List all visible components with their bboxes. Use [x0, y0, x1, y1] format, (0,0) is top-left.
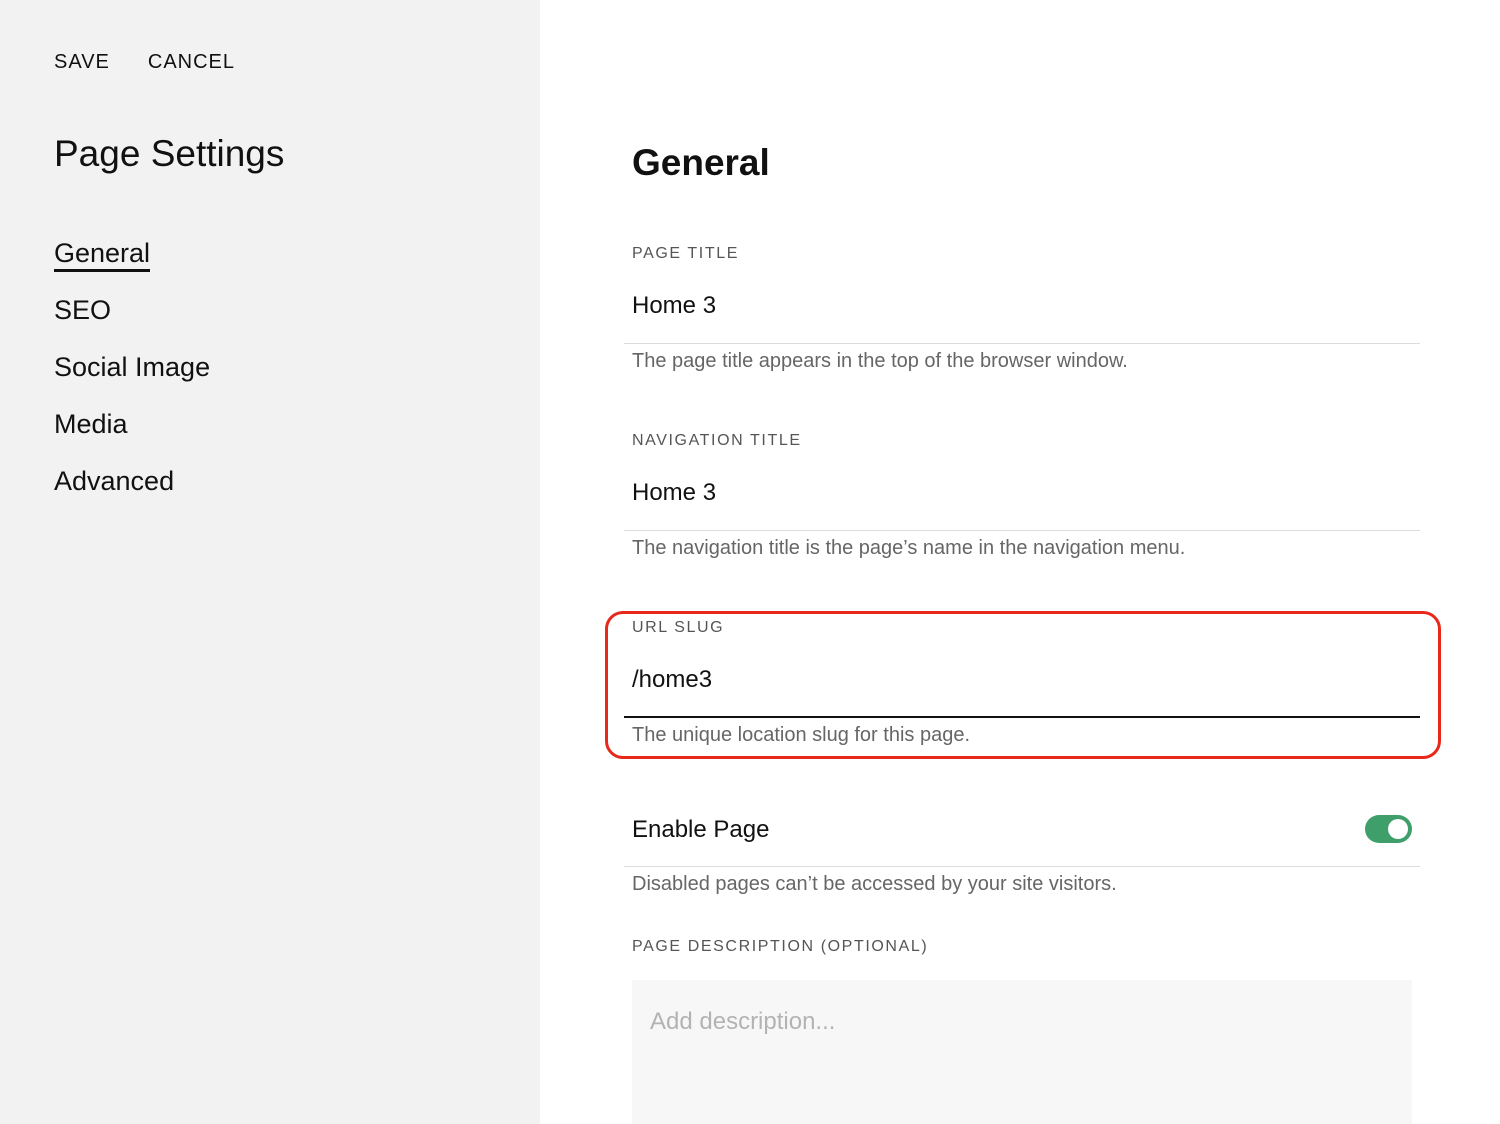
url-slug-help: The unique location slug for this page.: [632, 724, 970, 746]
nav-item-advanced[interactable]: Advanced: [54, 464, 210, 521]
enable-page-underline: [624, 866, 1420, 867]
panel-title: General: [632, 142, 770, 183]
page-title-underline: [624, 343, 1420, 344]
page-description-label: PAGE DESCRIPTION (OPTIONAL): [632, 938, 929, 955]
nav-item-seo[interactable]: SEO: [54, 293, 210, 350]
nav-item-media[interactable]: Media: [54, 407, 210, 464]
url-slug-underline: [624, 716, 1420, 718]
sidebar-title: Page Settings: [54, 133, 285, 174]
enable-page-label: Enable Page: [632, 816, 770, 843]
nav-item-label: Advanced: [54, 466, 175, 496]
page-settings-app: SAVE CANCEL Page Settings General SEO So…: [0, 0, 1500, 1124]
toggle-knob: [1388, 819, 1408, 839]
nav-item-general[interactable]: General: [54, 236, 210, 293]
nav-item-label: General: [54, 238, 151, 272]
enable-page-field: Enable Page Disabled pages can’t be acce…: [624, 812, 1420, 902]
navigation-title-field: NAVIGATION TITLE The navigation title is…: [624, 431, 1420, 571]
enable-page-toggle[interactable]: [1365, 815, 1412, 843]
enable-page-help: Disabled pages can’t be accessed by your…: [632, 873, 1117, 895]
navigation-title-underline: [624, 530, 1420, 531]
url-slug-label: URL SLUG: [632, 619, 725, 636]
page-title-label: PAGE TITLE: [632, 245, 739, 262]
sidebar-actions: SAVE CANCEL: [54, 50, 235, 74]
page-title-input[interactable]: [632, 291, 1412, 321]
nav-item-label: Media: [54, 409, 128, 439]
nav-item-label: Social Image: [54, 352, 211, 382]
url-slug-input[interactable]: [632, 665, 1412, 695]
page-description-input[interactable]: [632, 980, 1412, 1124]
nav-item-label: SEO: [54, 295, 112, 325]
settings-nav: General SEO Social Image Media Advanced: [54, 236, 210, 521]
page-description-field: PAGE DESCRIPTION (OPTIONAL): [624, 937, 1420, 967]
page-title-field: PAGE TITLE The page title appears in the…: [624, 244, 1420, 384]
cancel-button[interactable]: CANCEL: [148, 50, 235, 74]
url-slug-field: URL SLUG The unique location slug for th…: [624, 618, 1420, 758]
navigation-title-help: The navigation title is the page’s name …: [632, 537, 1186, 559]
general-settings-panel: General PAGE TITLE The page title appear…: [540, 0, 1500, 1124]
page-title-help: The page title appears in the top of the…: [632, 350, 1128, 372]
navigation-title-label: NAVIGATION TITLE: [632, 432, 802, 449]
navigation-title-input[interactable]: [632, 478, 1412, 508]
save-button[interactable]: SAVE: [54, 50, 110, 74]
nav-item-social-image[interactable]: Social Image: [54, 350, 210, 407]
sidebar: SAVE CANCEL Page Settings General SEO So…: [0, 0, 540, 1124]
